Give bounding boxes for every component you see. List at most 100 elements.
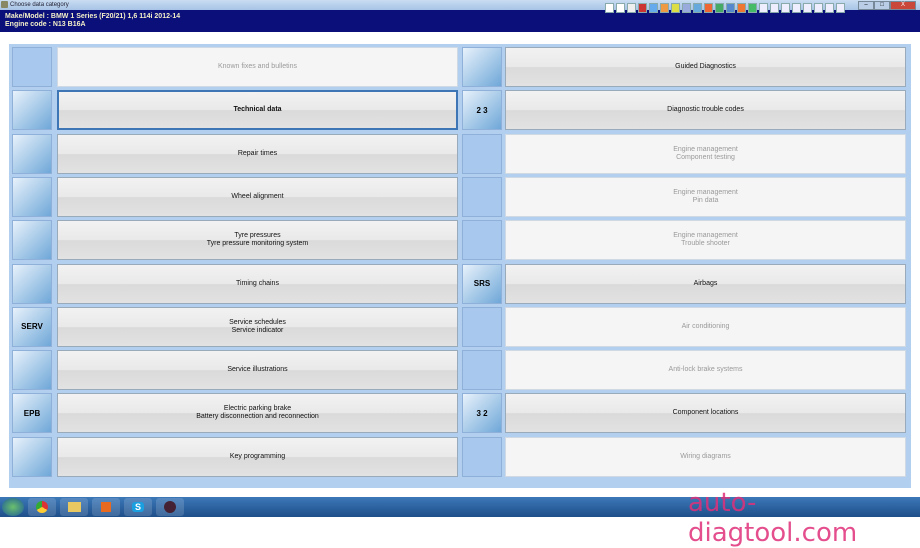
category-button-engine-management: Engine management Pin data [505,176,906,217]
button-label: Electric parking brake [223,405,292,413]
toolbar-button-icon[interactable] [748,3,757,13]
button-label: Diagnostic trouble codes [667,106,744,114]
toolbar-button-icon[interactable] [737,3,746,13]
explorer-icon[interactable] [60,498,88,516]
watermark: auto-diagtool.com [688,488,858,548]
toolbar-button-icon[interactable] [693,3,702,13]
wheel-alignment-icon[interactable] [12,176,52,217]
toolbar-button-icon[interactable] [605,3,614,13]
category-button-tyre-pressures[interactable]: Tyre pressures Tyre pressure monitoring s… [57,220,458,261]
diagnostic-device-icon[interactable] [462,47,502,87]
category-button-key-programming[interactable]: Key programming [57,436,458,477]
empty-icon-slot [12,47,52,87]
lift-icon[interactable] [12,350,52,391]
component-location-icon[interactable]: 3 2 [462,393,502,434]
make-value: : BMW 1 Series (F20/21) 1,6 114i 2012-14 [46,13,181,20]
category-row: Tyre pressures Tyre pressure monitoring s… [12,220,908,261]
icon-badge: SRS [473,279,491,288]
button-label: Tyre pressure monitoring system [206,240,309,248]
toolbar-button-icon[interactable] [726,3,735,13]
toolbar-button-icon[interactable] [836,3,845,13]
category-row: Timing chains SRS Airbags [12,263,908,304]
category-button-guided-diagnostics[interactable]: Guided Diagnostics [505,47,906,87]
category-row: Service illustrations Anti-lock brake sys… [12,350,908,391]
category-button-known-fixes-and-bulletins: Known fixes and bulletins [57,47,458,87]
app-icon [1,1,8,8]
category-button-engine-management: Engine management Component testing [505,133,906,174]
icon-badge: 2 3 [476,105,488,115]
button-label: Trouble shooter [681,240,730,248]
button-label: Component locations [672,409,739,417]
button-label: Wiring diagrams [680,452,731,460]
button-label: Key programming [229,452,286,460]
stopwatch-icon[interactable] [12,133,52,174]
empty-icon-slot [462,176,502,217]
category-button-repair-times[interactable]: Repair times [57,133,458,174]
window-controls: – □ X [858,1,916,10]
category-button-electric-parking-brake[interactable]: Electric parking brake Battery disconnect… [57,393,458,434]
toolbar-button-icon[interactable] [715,3,724,13]
toolbar-button-icon[interactable] [781,3,790,13]
button-label: Wheel alignment [231,192,284,200]
main-area: Known fixes and bulletins Guided Diagnost… [0,36,920,495]
tyre-pressure-icon[interactable] [12,220,52,261]
close-button[interactable]: X [890,1,916,10]
toolbar-button-icon[interactable] [825,3,834,13]
toolbar-button-icon[interactable] [682,3,691,13]
category-button-wheel-alignment[interactable]: Wheel alignment [57,176,458,217]
toolbar-button-icon[interactable] [704,3,713,13]
category-row: Repair times Engine management Component t… [12,133,908,174]
wrench-icon[interactable] [12,90,52,131]
trouble-codes-icon[interactable]: 2 3 [462,90,502,131]
toolbar-button-icon[interactable] [671,3,680,13]
skype-label: S [131,502,144,512]
minimize-button[interactable]: – [858,1,874,10]
skype-icon[interactable]: S [124,498,152,516]
category-button-service-illustrations[interactable]: Service illustrations [57,350,458,391]
media-player-icon[interactable] [92,498,120,516]
toolbar-button-icon[interactable] [770,3,779,13]
start-button[interactable] [2,498,24,516]
button-label: Engine management [673,232,738,240]
toolbar-button-icon[interactable] [627,3,636,13]
toolbar-button-icon[interactable] [638,3,647,13]
category-button-diagnostic-trouble-codes[interactable]: Diagnostic trouble codes [505,90,906,131]
button-label: Tyre pressures [234,232,281,240]
autodata-icon[interactable] [156,498,184,516]
toolbar-button-icon[interactable] [759,3,768,13]
toolbar-button-icon[interactable] [803,3,812,13]
category-button-component-locations[interactable]: Component locations [505,393,906,434]
button-label: Service indicator [231,326,284,334]
toolbar-button-icon[interactable] [616,3,625,13]
category-button-airbags[interactable]: Airbags [505,263,906,304]
button-label: Battery disconnection and reconnection [196,413,319,421]
button-label: Engine management [673,188,738,196]
category-button-service-schedules[interactable]: Service schedules Service indicator [57,306,458,347]
key-icon[interactable] [12,436,52,477]
parking-brake-icon[interactable]: EPB [12,393,52,434]
button-label: Technical data [233,106,282,114]
button-label: Known fixes and bulletins [218,63,297,70]
button-label: Engine management [673,145,738,153]
chrome-icon[interactable] [28,498,56,516]
category-button-technical-data[interactable]: Technical data [57,90,458,131]
engine-value: : N13 B16A [48,21,86,28]
category-row: Wheel alignment Engine management Pin data [12,176,908,217]
vehicle-header: Make/Model : BMW 1 Series (F20/21) 1,6 1… [0,10,920,32]
service-icon[interactable]: SERV [12,306,52,347]
timing-chain-icon[interactable] [12,263,52,304]
make-label: Make/Model [5,13,45,20]
button-label: Guided Diagnostics [675,63,736,70]
window-title: Choose data category [10,2,69,8]
toolbar-button-icon[interactable] [649,3,658,13]
toolbar-button-icon[interactable] [660,3,669,13]
button-label: Anti-lock brake systems [668,366,743,374]
category-button-anti-lock-brake-systems: Anti-lock brake systems [505,350,906,391]
toolbar-button-icon[interactable] [792,3,801,13]
empty-icon-slot [462,350,502,391]
button-label: Timing chains [236,279,279,287]
category-button-timing-chains[interactable]: Timing chains [57,263,458,304]
toolbar-button-icon[interactable] [814,3,823,13]
maximize-button[interactable]: □ [874,1,890,10]
airbag-icon[interactable]: SRS [462,263,502,304]
